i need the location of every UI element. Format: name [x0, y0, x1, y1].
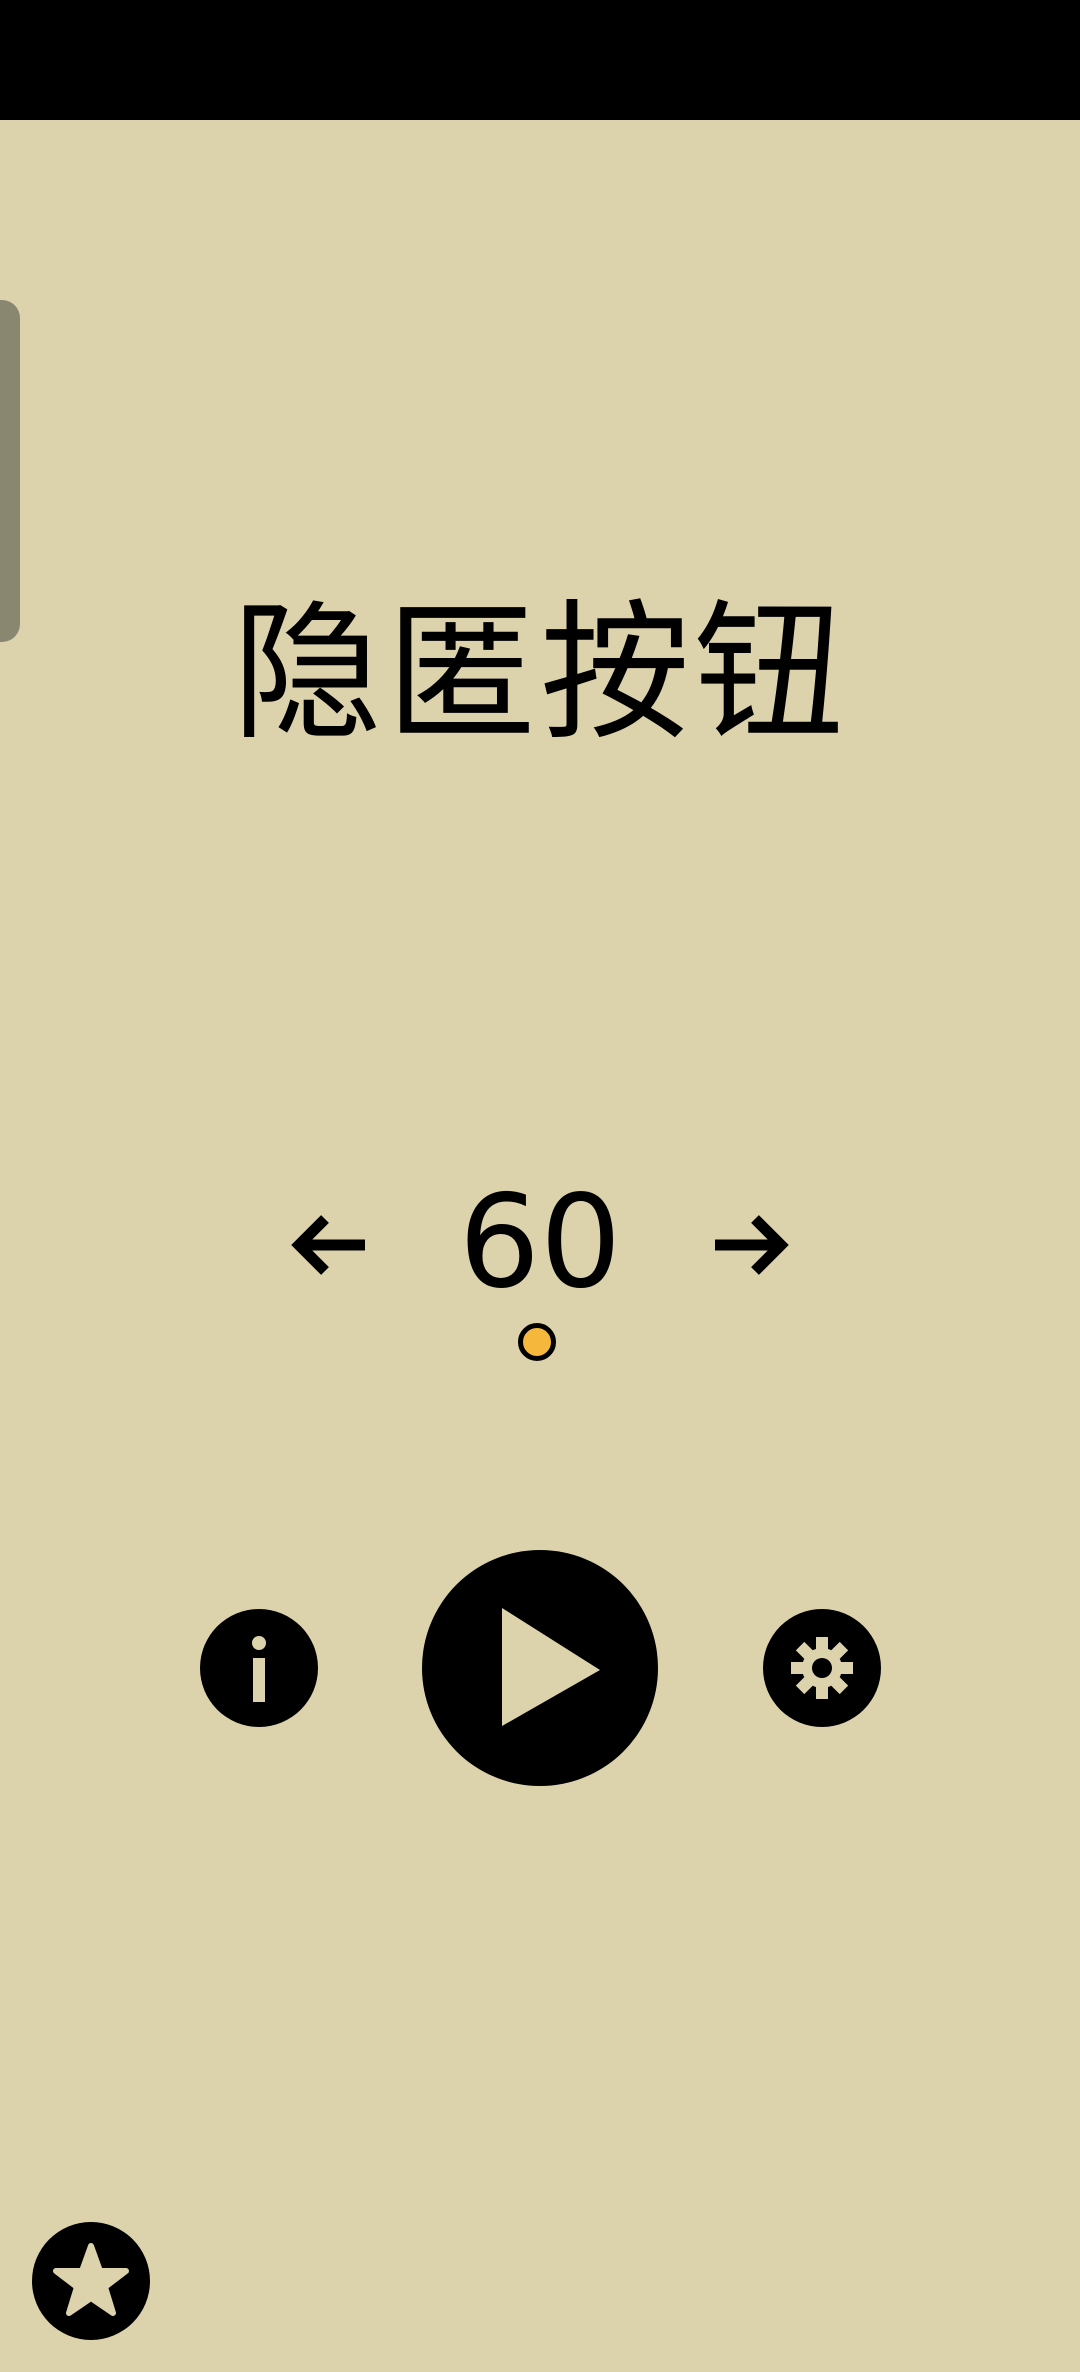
- favorite-button[interactable]: [32, 2222, 150, 2340]
- play-button[interactable]: [422, 1550, 658, 1786]
- previous-level-button[interactable]: [285, 1205, 375, 1285]
- arrow-left-icon: [291, 1215, 365, 1275]
- info-icon: [252, 1636, 266, 1702]
- level-progress-dot: [518, 1323, 556, 1361]
- arrow-right-icon: [715, 1215, 789, 1275]
- level-number: 60: [458, 1168, 622, 1317]
- star-icon: [53, 2243, 129, 2316]
- settings-button[interactable]: [763, 1609, 881, 1727]
- gear-icon: [791, 1637, 853, 1699]
- next-level-button[interactable]: [705, 1205, 795, 1285]
- play-icon: [502, 1608, 600, 1726]
- game-title: 隐匿按钮: [231, 587, 848, 761]
- info-button[interactable]: [200, 1609, 318, 1727]
- status-bar: [0, 0, 1080, 120]
